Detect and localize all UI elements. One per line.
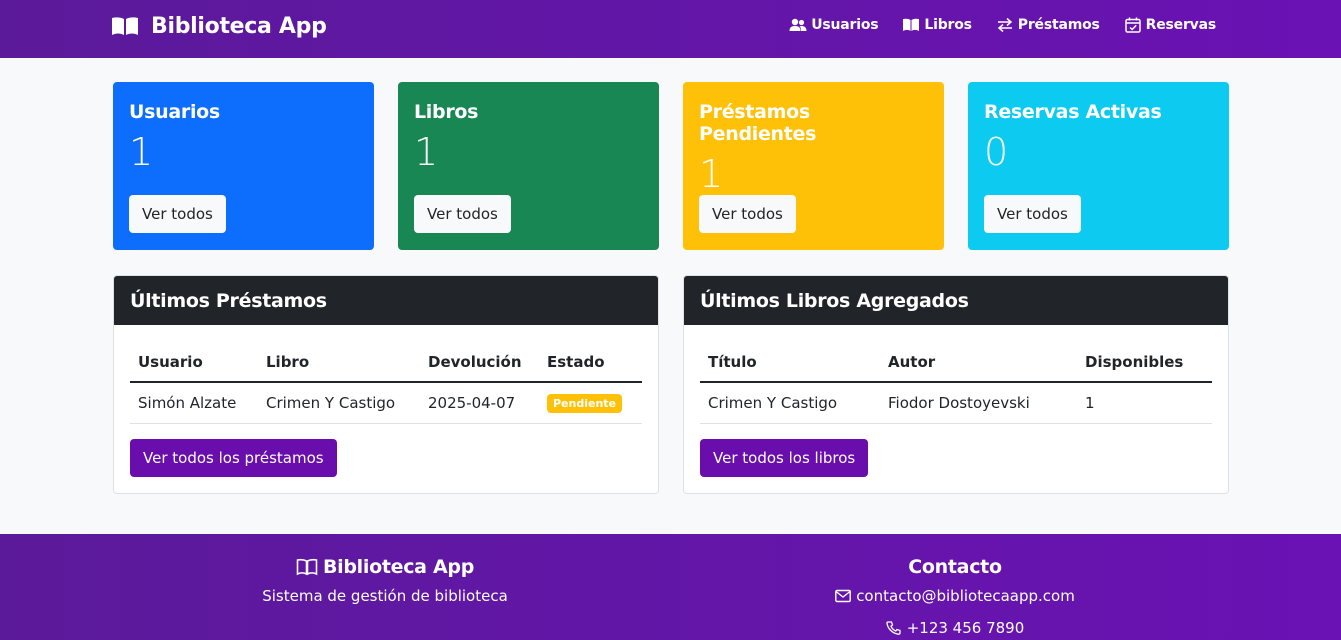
latest-loans-panel: Últimos Préstamos Usuario Libro Devoluci… <box>113 275 659 494</box>
footer-contact-section: Contacto contacto@bibliotecaapp.com +123… <box>740 534 1170 637</box>
footer-email-text: contacto@bibliotecaapp.com <box>856 587 1075 605</box>
stat-title: Préstamos Pendientes <box>699 101 817 145</box>
loans-table: Usuario Libro Devolución Estado Simón Al… <box>130 342 642 424</box>
table-row: Crimen Y Castigo Fiodor Dostoyevski 1 <box>700 382 1212 424</box>
ver-todos-libros-panel-button[interactable]: Ver todos los libros <box>700 439 869 477</box>
stat-value: 0 <box>984 130 1009 174</box>
cell-disponibles: 1 <box>1077 382 1212 424</box>
column-header: Usuario <box>130 342 258 383</box>
footer-phone-text: +123 456 7890 <box>906 619 1025 637</box>
book-icon <box>903 18 920 31</box>
cell-usuario: Simón Alzate <box>130 382 258 424</box>
stat-title: Reservas Activas <box>984 101 1162 123</box>
nav-menu: Usuarios Libros Préstamos Reservas <box>789 17 1216 33</box>
footer-brand: Biblioteca App <box>170 556 600 578</box>
cell-titulo: Crimen Y Castigo <box>700 382 880 424</box>
nav-item-reservas[interactable]: Reservas <box>1124 17 1216 33</box>
ver-todos-usuarios-button[interactable]: Ver todos <box>129 195 226 233</box>
calendar-check-icon <box>1124 17 1141 33</box>
stat-card-prestamos-pendientes: Préstamos Pendientes 1 Ver todos <box>683 82 944 250</box>
ver-todos-libros-button[interactable]: Ver todos <box>414 195 511 233</box>
cell-autor: Fiodor Dostoyevski <box>880 382 1077 424</box>
brand-title: Biblioteca App <box>151 14 327 39</box>
column-header: Libro <box>258 342 420 383</box>
footer-tagline: Sistema de gestión de biblioteca <box>262 587 508 605</box>
nav-label-libros: Libros <box>924 17 972 33</box>
column-header: Devolución <box>420 342 539 383</box>
stat-title: Libros <box>414 101 479 123</box>
nav-item-usuarios[interactable]: Usuarios <box>789 17 879 33</box>
stat-value: 1 <box>414 130 439 174</box>
exchange-arrows-icon <box>997 17 1012 33</box>
table-row: Simón Alzate Crimen Y Castigo 2025-04-07… <box>130 382 642 424</box>
cell-devolucion: 2025-04-07 <box>420 382 539 424</box>
ver-todos-reservas-button[interactable]: Ver todos <box>984 195 1081 233</box>
phone-icon <box>886 621 901 635</box>
stat-value: 1 <box>699 152 724 196</box>
book-open-icon <box>112 16 138 35</box>
nav-label-usuarios: Usuarios <box>811 17 879 33</box>
footer-brand-section: Biblioteca App Sistema de gestión de bib… <box>170 534 600 605</box>
stat-title: Usuarios <box>129 101 220 123</box>
nav-item-prestamos[interactable]: Préstamos <box>996 17 1100 33</box>
column-header: Disponibles <box>1077 342 1212 383</box>
ver-todos-prestamos-button[interactable]: Ver todos <box>699 195 796 233</box>
brand-link[interactable]: Biblioteca App <box>111 14 327 39</box>
cell-estado: Pendiente <box>539 382 642 424</box>
cell-libro: Crimen Y Castigo <box>258 382 420 424</box>
stat-card-libros: Libros 1 Ver todos <box>398 82 659 250</box>
ver-todos-prestamos-panel-button[interactable]: Ver todos los préstamos <box>130 439 337 477</box>
footer-email[interactable]: contacto@bibliotecaapp.com <box>740 587 1170 605</box>
column-header: Estado <box>539 342 642 383</box>
stat-value: 1 <box>129 130 154 174</box>
footer-contact-title: Contacto <box>908 556 1002 578</box>
table-header-row: Título Autor Disponibles <box>700 342 1212 383</box>
book-open-icon <box>296 558 318 576</box>
footer-brand-title: Biblioteca App <box>322 556 475 578</box>
books-table: Título Autor Disponibles Crimen Y Castig… <box>700 342 1212 424</box>
navbar: Biblioteca App Usuarios Libros Préstamos <box>0 0 1341 58</box>
table-header-row: Usuario Libro Devolución Estado <box>130 342 642 383</box>
footer: Biblioteca App Sistema de gestión de bib… <box>0 534 1341 640</box>
stat-card-usuarios: Usuarios 1 Ver todos <box>113 82 374 250</box>
latest-books-panel: Últimos Libros Agregados Título Autor Di… <box>683 275 1229 494</box>
panel-title: Últimos Libros Agregados <box>684 276 1228 325</box>
nav-item-libros[interactable]: Libros <box>902 17 972 33</box>
panel-title: Últimos Préstamos <box>114 276 658 325</box>
nav-label-reservas: Reservas <box>1145 17 1217 33</box>
nav-label-prestamos: Préstamos <box>1017 17 1100 33</box>
footer-phone[interactable]: +123 456 7890 <box>740 619 1170 637</box>
stat-card-reservas-activas: Reservas Activas 0 Ver todos <box>968 82 1229 250</box>
column-header: Autor <box>880 342 1077 383</box>
status-badge: Pendiente <box>547 393 623 413</box>
column-header: Título <box>700 342 880 383</box>
envelope-icon <box>835 589 852 603</box>
people-icon <box>789 18 807 31</box>
